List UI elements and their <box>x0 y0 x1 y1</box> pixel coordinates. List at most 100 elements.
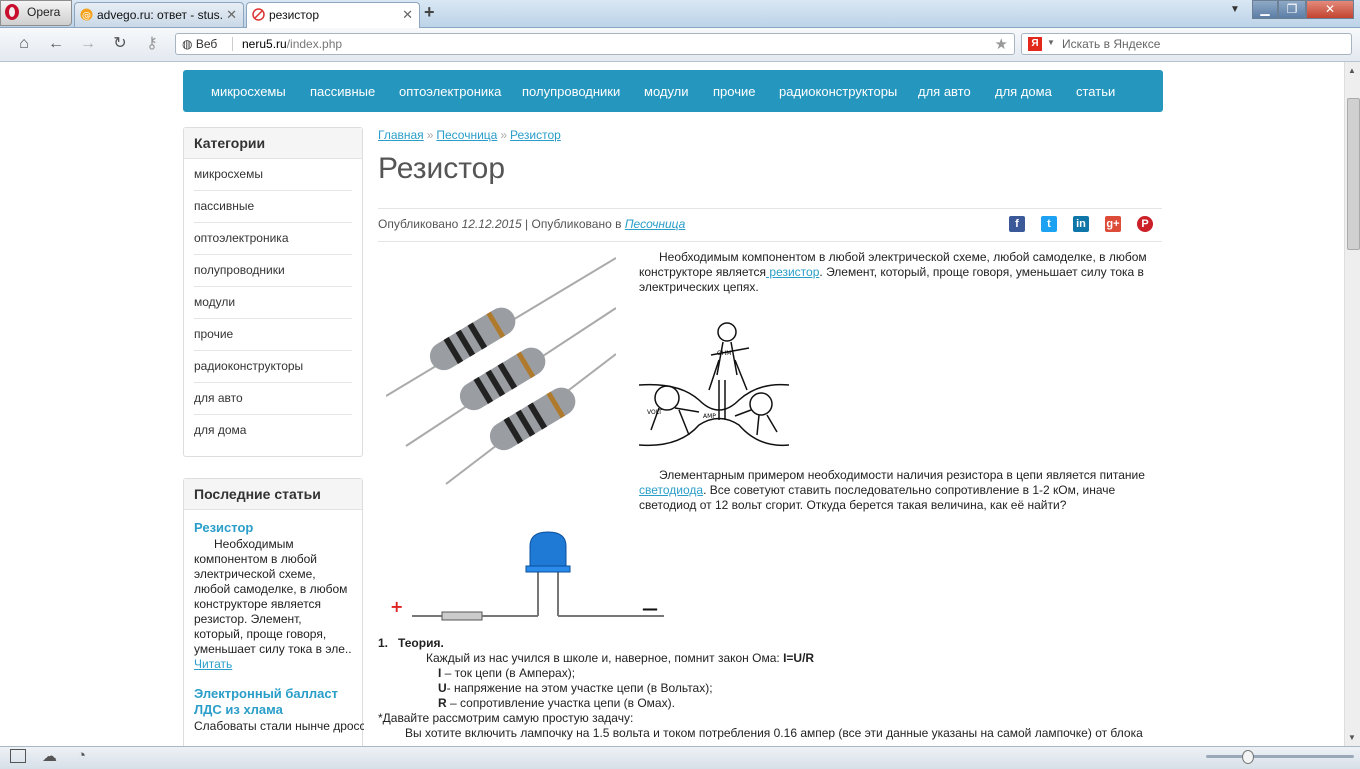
new-tab-plus-icon[interactable]: + <box>424 2 435 23</box>
menu-item-passive[interactable]: пассивные <box>310 84 375 99</box>
recent-article-excerpt: Слабоваты стали нынче дросселя ЛДС... Эк… <box>194 719 364 733</box>
category-item[interactable]: радиоконструкторы <box>194 351 352 383</box>
recent-articles-box: Последние статьи Резистор Необходимым ко… <box>183 478 364 746</box>
opera-logo-icon <box>5 4 19 20</box>
menu-item-articles[interactable]: статьи <box>1076 84 1115 99</box>
web-label: Веб <box>195 37 218 51</box>
pinterest-icon[interactable]: P <box>1137 216 1153 232</box>
post-category-link[interactable]: Песочница <box>625 217 686 231</box>
tab-resistor[interactable]: резистор ✕ <box>246 2 420 28</box>
home-icon[interactable]: ⌂ <box>13 34 35 54</box>
forward-icon[interactable]: → <box>77 34 99 54</box>
neru5-favicon-icon <box>252 8 265 21</box>
category-item[interactable]: пассивные <box>194 191 352 223</box>
tab-bar: Opera @ advego.ru: ответ - stus... ✕ рез… <box>0 0 1360 28</box>
recent-article-excerpt: Необходимым компонентом в любой электрич… <box>194 537 352 671</box>
status-bar: ☁ ◔ <box>0 746 1360 769</box>
categories-title: Категории <box>194 135 266 151</box>
back-icon[interactable]: ← <box>45 34 67 54</box>
globe-icon: ◍ <box>182 37 193 51</box>
category-item[interactable]: для авто <box>194 383 352 415</box>
menu-item-radio-kits[interactable]: радиоконструкторы <box>779 84 897 99</box>
speed-dial-icon[interactable]: ◔ <box>77 747 86 764</box>
current-definition: I – ток цепи (в Амперах); <box>438 666 576 680</box>
voltage-definition: U- напряжение на этом участке цепи (в Во… <box>438 681 713 695</box>
led-link[interactable]: светодиода <box>639 483 703 497</box>
categories-box: Категории микросхемы пассивные оптоэлект… <box>183 127 363 457</box>
post-meta: Опубликовано 12.12.2015 | Опубликовано в… <box>378 217 686 231</box>
zoom-slider-thumb[interactable] <box>1242 750 1254 764</box>
key-icon[interactable]: ⚷ <box>141 34 163 54</box>
cloud-icon[interactable]: ☁ <box>42 747 57 765</box>
opera-label: Opera <box>27 5 61 19</box>
category-item[interactable]: оптоэлектроника <box>194 223 352 255</box>
facebook-icon[interactable]: f <box>1009 216 1025 232</box>
close-window-icon[interactable]: ✕ <box>1306 0 1354 19</box>
ohm-law-cartoon: OHM VOLT AMP <box>639 320 789 452</box>
breadcrumb-sandbox[interactable]: Песочница <box>436 128 497 142</box>
category-item[interactable]: модули <box>194 287 352 319</box>
url-path: /index.php <box>286 37 343 51</box>
resistor-link[interactable]: резистор <box>766 265 819 279</box>
recent-articles-title: Последние статьи <box>194 486 321 502</box>
search-box[interactable]: Я ▼ Искать в Яндексе <box>1021 33 1352 55</box>
breadcrumb-resistor[interactable]: Резистор <box>510 128 561 142</box>
twitter-icon[interactable]: t <box>1041 216 1057 232</box>
scrollbar-thumb[interactable] <box>1347 98 1360 250</box>
category-item[interactable]: прочие <box>194 319 352 351</box>
menu-item-modules[interactable]: модули <box>644 84 689 99</box>
scroll-up-icon[interactable]: ▲ <box>1348 66 1356 75</box>
title-divider <box>378 208 1162 209</box>
web-badge[interactable]: ◍ Веб <box>182 37 217 51</box>
tab-close-icon[interactable]: ✕ <box>402 7 413 23</box>
address-bar[interactable]: ◍ Веб neru5.ru/index.php ★ <box>175 33 1015 55</box>
ohm-law-line: Каждый из нас учился в школе и, наверное… <box>426 651 815 665</box>
tab-close-icon[interactable]: ✕ <box>226 7 237 23</box>
reload-icon[interactable]: ↻ <box>109 34 131 54</box>
zoom-slider[interactable] <box>1206 750 1354 764</box>
vertical-scrollbar[interactable]: ▲ ▼ <box>1344 62 1360 746</box>
menu-item-semiconductors[interactable]: полупроводники <box>522 84 620 99</box>
menu-item-for-car[interactable]: для авто <box>918 84 971 99</box>
advego-favicon-icon: @ <box>80 8 93 21</box>
category-item[interactable]: микросхемы <box>194 159 352 191</box>
menu-item-for-home[interactable]: для дома <box>995 84 1052 99</box>
google-plus-icon[interactable]: g+ <box>1105 216 1121 232</box>
panel-toggle-icon[interactable] <box>10 749 26 763</box>
recent-article-title[interactable]: Электронный балласт ЛДС из хлама <box>194 686 354 718</box>
task-intro: *Давайте рассмотрим самую простую задачу… <box>378 711 634 725</box>
search-placeholder: Искать в Яндексе <box>1062 37 1161 51</box>
post-date: 12.12.2015 <box>461 217 522 231</box>
cartoon-label-ohm: OHM <box>717 350 731 357</box>
tab-label: advego.ru: ответ - stus... <box>97 8 222 22</box>
read-more-link[interactable]: Читать <box>194 657 232 671</box>
opera-menu-button[interactable]: Opera <box>0 0 72 26</box>
resistor-photo <box>386 256 616 486</box>
category-item[interactable]: полупроводники <box>194 255 352 287</box>
intro-paragraph: Необходимым компонентом в любой электрич… <box>639 250 1147 294</box>
menu-item-microchips[interactable]: микросхемы <box>211 84 286 99</box>
category-item[interactable]: для дома <box>194 415 352 446</box>
navigation-bar: ⌂ ← → ↻ ⚷ ◍ Веб neru5.ru/index.php ★ Я ▼… <box>0 28 1360 62</box>
resistance-definition: R – сопротивление участка цепи (в Омах). <box>438 696 675 710</box>
ohm-formula: I=U/R <box>783 651 815 665</box>
svg-text:@: @ <box>82 11 91 21</box>
tab-list-chevron-icon[interactable]: ▼ <box>1230 4 1240 15</box>
menu-item-optoelectronics[interactable]: оптоэлектроника <box>399 84 501 99</box>
restore-icon[interactable]: ❐ <box>1278 0 1306 19</box>
linkedin-icon[interactable]: in <box>1073 216 1089 232</box>
task-body: Вы хотите включить лампочку на 1.5 вольт… <box>405 726 1143 740</box>
breadcrumb: Главная» Песочница» Резистор <box>378 128 561 142</box>
menu-item-other[interactable]: прочие <box>713 84 755 99</box>
tab-advego[interactable]: @ advego.ru: ответ - stus... ✕ <box>74 2 244 27</box>
recent-article-title[interactable]: Резистор <box>194 520 253 535</box>
bookmark-star-icon[interactable]: ★ <box>995 35 1008 53</box>
url-text[interactable]: neru5.ru/index.php <box>242 37 342 51</box>
minimize-icon[interactable]: ▁ <box>1252 0 1278 19</box>
breadcrumb-home[interactable]: Главная <box>378 128 424 142</box>
web-page: микросхемы пассивные оптоэлектроника пол… <box>0 62 1344 746</box>
search-engine-chevron-icon[interactable]: ▼ <box>1047 38 1055 47</box>
yandex-logo-icon: Я <box>1028 37 1042 51</box>
page-title: Резистор <box>378 152 506 185</box>
scroll-down-icon[interactable]: ▼ <box>1348 733 1356 742</box>
